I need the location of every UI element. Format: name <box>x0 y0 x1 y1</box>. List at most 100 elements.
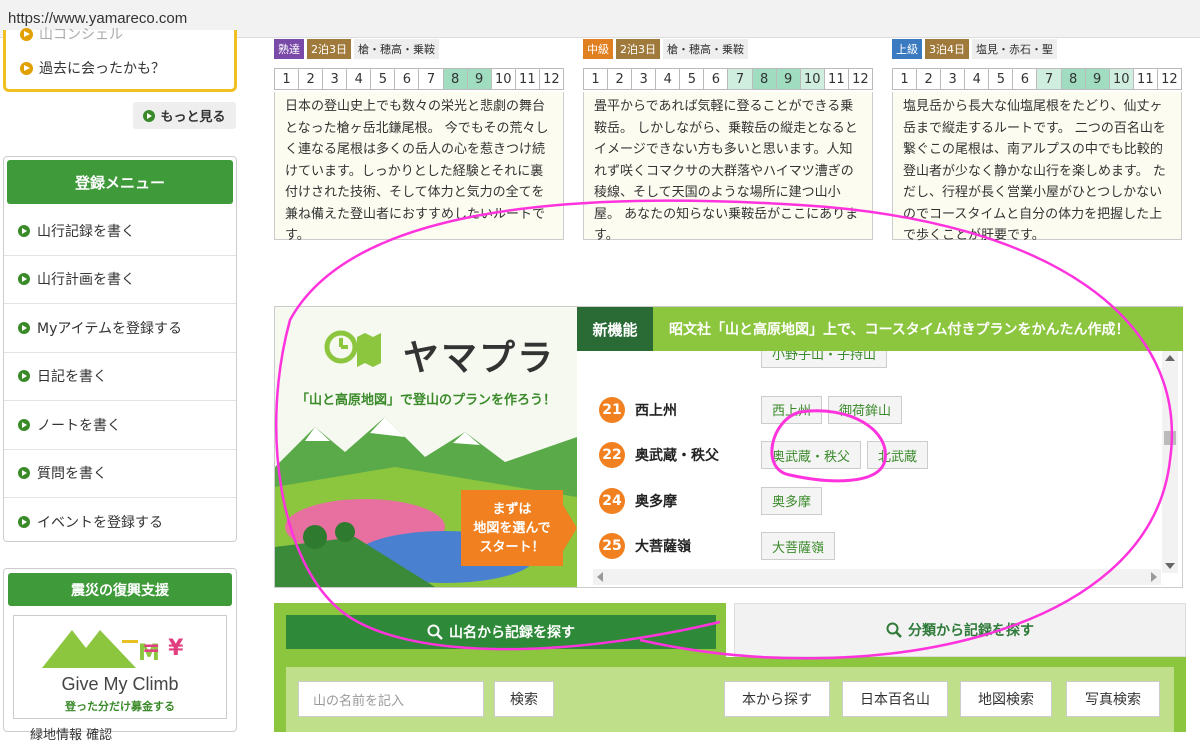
search-option-button[interactable]: 本から探す <box>724 681 830 717</box>
scroll-thumb[interactable] <box>1164 431 1176 445</box>
scroll-left-icon[interactable] <box>597 572 603 582</box>
search-option-button[interactable]: 地図検索 <box>960 681 1052 717</box>
month-cell: 10 <box>800 69 825 89</box>
scroll-up-icon[interactable] <box>1165 355 1175 361</box>
mountain-name-input[interactable]: 山の名前を記入 <box>298 681 484 717</box>
course-card[interactable]: 熟達 2泊3日 槍・穂高・乗鞍 1 2 3 4 5 6 7 8 9 10 11 12 日本の登山史上でも数々の… <box>274 38 564 243</box>
register-menu-item[interactable]: イベントを登録する <box>4 498 236 547</box>
area-name: 西上州 <box>635 402 677 419</box>
month-cell: 7 <box>419 69 444 89</box>
month-cell: 7 <box>1037 69 1062 89</box>
search-button[interactable]: 検索 <box>494 681 554 717</box>
month-cell: 7 <box>728 69 753 89</box>
register-menu-title: 登録メニュー <box>7 160 233 204</box>
days-badge: 3泊4日 <box>925 39 969 59</box>
play-icon <box>18 418 30 431</box>
search-option-button[interactable]: 写真検索 <box>1066 681 1160 717</box>
play-icon <box>143 109 156 122</box>
area-tag[interactable]: 奥武蔵・秩父 <box>761 441 862 469</box>
pickup-item-cut[interactable]: 山コンシェル <box>20 24 123 44</box>
month-cell: 10 <box>491 69 516 89</box>
area-tag[interactable]: 北武蔵 <box>867 441 929 469</box>
tab-search-by-category-label: 分類から記録を探す <box>908 623 1034 639</box>
equals-yen-symbol: = ¥ <box>142 636 184 661</box>
month-cell: 9 <box>1085 69 1110 89</box>
month-cell: 1 <box>893 69 918 89</box>
area-tag[interactable]: 大菩薩嶺 <box>761 532 836 560</box>
register-menu-item[interactable]: 質問を書く <box>4 450 236 498</box>
area-tag[interactable]: 御荷鉾山 <box>828 395 903 424</box>
month-cell: 3 <box>632 69 657 89</box>
yamapla-headline: 昭文社「山と高原地図」上で、コースタイム付きプランをかんたん作成！ <box>669 322 1130 338</box>
horizontal-scrollbar[interactable] <box>593 569 1161 585</box>
days-badge: 2泊3日 <box>307 39 351 59</box>
vertical-scrollbar[interactable] <box>1162 351 1178 573</box>
month-cell: 3 <box>323 69 348 89</box>
month-cell: 5 <box>989 69 1014 89</box>
course-description: 塩見岳から長大な仙塩尾根をたどり、仙丈ヶ岳まで縦走するルートです。 二つの百名山… <box>892 92 1182 243</box>
season-months: 1 2 3 4 5 6 7 8 9 10 11 12 <box>274 68 564 90</box>
tab-search-by-category[interactable]: 分類から記録を探す <box>734 603 1186 657</box>
area-number: 24 <box>599 487 625 514</box>
month-cell: 9 <box>776 69 801 89</box>
play-icon <box>20 27 33 41</box>
course-card[interactable]: 上級 3泊4日 塩見・赤石・聖 1 2 3 4 5 6 7 8 9 10 11 12 塩見岳から長大な仙塩尾根… <box>892 38 1182 243</box>
level-badge: 熟達 <box>274 39 304 59</box>
play-icon <box>18 321 30 334</box>
register-menu-item[interactable]: Myアイテムを登録する <box>4 304 236 353</box>
register-menu-item[interactable]: ノートを書く <box>4 401 236 450</box>
month-cell: 12 <box>539 69 563 89</box>
area-name: 奥多摩 <box>635 493 677 510</box>
register-menu-item[interactable]: 山行計画を書く <box>4 256 236 304</box>
month-cell: 4 <box>965 69 990 89</box>
month-cell: 5 <box>680 69 705 89</box>
scroll-down-icon[interactable] <box>1165 563 1175 569</box>
new-feature-badge: 新機能 <box>577 307 653 351</box>
search-icon <box>886 622 902 638</box>
record-search: 山名から記録を探す 分類から記録を探す 山の名前を記入 検索 本から探す 日本百名… <box>274 603 1186 732</box>
area-name: 大菩薩嶺 <box>635 539 691 555</box>
give-my-climb-banner[interactable]: M = ¥ Give My Climb 登った分だけ募金する <box>13 615 227 719</box>
register-menu: 登録メニュー 山行記録を書く 山行計画を書く Myアイテムを登録する 日記を書く ノート… <box>3 156 237 542</box>
play-icon <box>18 467 30 480</box>
area-label: 塩見・赤石・聖 <box>972 39 1057 59</box>
month-cell: 8 <box>1061 69 1086 89</box>
area-tag[interactable]: 西上州 <box>761 395 823 424</box>
disaster-title: 震災の復興支援 <box>8 573 232 606</box>
pickup-item-met-before[interactable]: 過去に会ったかも？ <box>20 58 165 78</box>
month-cell: 1 <box>275 69 300 89</box>
give-my-climb-subtext: 登った分だけ募金する <box>65 700 175 713</box>
give-my-climb-text: Give My Climb <box>61 674 179 694</box>
month-cell: 5 <box>371 69 396 89</box>
month-cell: 11 <box>515 69 540 89</box>
month-cell: 4 <box>656 69 681 89</box>
month-cell: 10 <box>1109 69 1134 89</box>
days-badge: 2泊3日 <box>616 39 660 59</box>
area-list: 小野子山・子持山 21 西上州 西上州 御荷鉾山 22 奥武蔵・秩父 奥武蔵・秩父 北武蔵 24… <box>593 351 1161 569</box>
month-cell: 2 <box>299 69 324 89</box>
area-tag[interactable]: 奥多摩 <box>761 486 823 515</box>
course-card[interactable]: 中級 2泊3日 槍・穂高・乗鞍 1 2 3 4 5 6 7 8 9 10 11 12 畳平からであれば気軽に登… <box>583 38 873 243</box>
register-menu-item[interactable]: 日記を書く <box>4 353 236 401</box>
area-tag[interactable]: 小野子山・子持山 <box>761 351 888 368</box>
month-cell: 4 <box>347 69 372 89</box>
area-label: 槍・穂高・乗鞍 <box>663 39 748 59</box>
yamapla-panel: ヤマプラ 「山と高原地図」で登山のプランを作ろう！ まずは 地図を選んで スター… <box>274 306 1183 588</box>
bottom-left-link[interactable]: 緑地情報 確認 <box>30 724 112 743</box>
play-icon <box>18 224 30 237</box>
tab-search-by-name-label: 山名から記録を探す <box>449 625 575 641</box>
month-cell: 2 <box>608 69 633 89</box>
search-option-button[interactable]: 日本百名山 <box>842 681 948 717</box>
mountain-logo-icon: M <box>42 630 160 668</box>
area-number: 25 <box>599 533 625 559</box>
play-icon <box>18 516 30 529</box>
level-badge: 上級 <box>892 39 922 59</box>
month-cell: 12 <box>1157 69 1181 89</box>
register-menu-item[interactable]: 山行記録を書く <box>4 207 236 256</box>
play-icon <box>18 273 30 286</box>
scroll-right-icon[interactable] <box>1151 572 1157 582</box>
more-button[interactable]: もっと見る <box>133 102 236 129</box>
yamapla-promo[interactable]: ヤマプラ 「山と高原地図」で登山のプランを作ろう！ まずは 地図を選んで スター… <box>275 307 577 587</box>
start-button[interactable]: まずは 地図を選んで スタート！ <box>461 490 577 566</box>
month-cell: 8 <box>443 69 468 89</box>
